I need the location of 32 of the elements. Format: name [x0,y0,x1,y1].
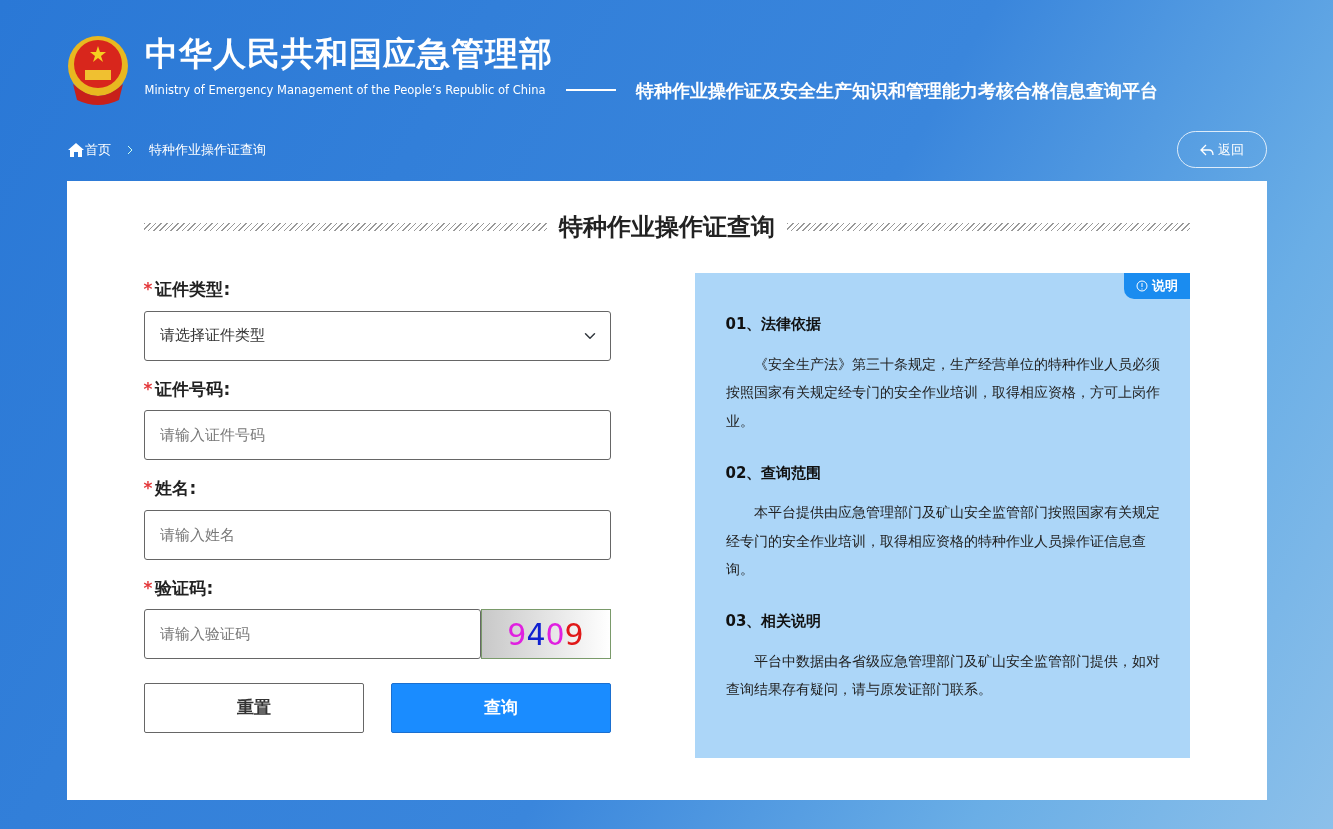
home-icon [66,141,85,158]
input-field[interactable]: 请输入姓名 [143,509,611,560]
field-label: 验证码: [155,576,214,600]
field-label: 证件号码: [155,377,231,401]
ministry-title: 中华人民共和国应急管理部 [144,36,554,73]
national-emblem-icon [66,34,129,106]
chevron-icon [126,144,133,155]
platform-title: 特种作业操作证及安全生产知识和管理能力考核合格信息查询平台 [635,78,1158,103]
required-mark: * [143,377,153,401]
section-heading: 01、法律依据 [725,314,823,335]
field-label: 证件类型: [155,278,231,301]
info-circle-icon [1135,279,1148,292]
document-type-select[interactable]: 请选择证件类型 [143,310,611,361]
captcha-image[interactable]: 9409 [480,609,611,659]
section-text: 平台中数据由各省级应急管理部门及矿山安全监管部门提供，如对查询结果存有疑问，请与原发证部门联系。 [725,651,1161,700]
section-heading: 03、相关说明 [725,611,823,633]
ministry-english-name: Ministry of Emergency Management of the People’s Republic of China [144,81,546,99]
breadcrumb-current: 特种作业操作证查询 [148,140,266,159]
reply-arrow-icon [1199,143,1214,156]
field-label: 姓名: [155,477,197,500]
required-mark: * [143,576,153,600]
section-heading: 02、查询范围 [725,462,823,484]
home-link[interactable]: 首页 [66,139,111,160]
captcha-input[interactable]: 请输入验证码 [143,609,481,659]
section-text: 本平台提供由应急管理部门及矿山安全监管部门按照国家有关规定经专门的安全作业培训，取得相应资格的特种作业人员操作证信息查询。 [725,503,1161,580]
form-title: 特种作业操作证查询 [557,212,776,243]
section-text: 《安全生产法》第三十条规定，生产经营单位的特种作业人员必须按照国家有关规定经专门的安全作业培训，取得相应资格，方可上岗作业。 [725,354,1161,431]
required-mark: * [143,278,153,301]
required-mark: * [143,477,153,500]
info-tag: 说明 [1123,273,1190,299]
input-field[interactable]: 请输入证件号码 [143,410,611,460]
reset-button[interactable]: 重置 [143,683,364,733]
